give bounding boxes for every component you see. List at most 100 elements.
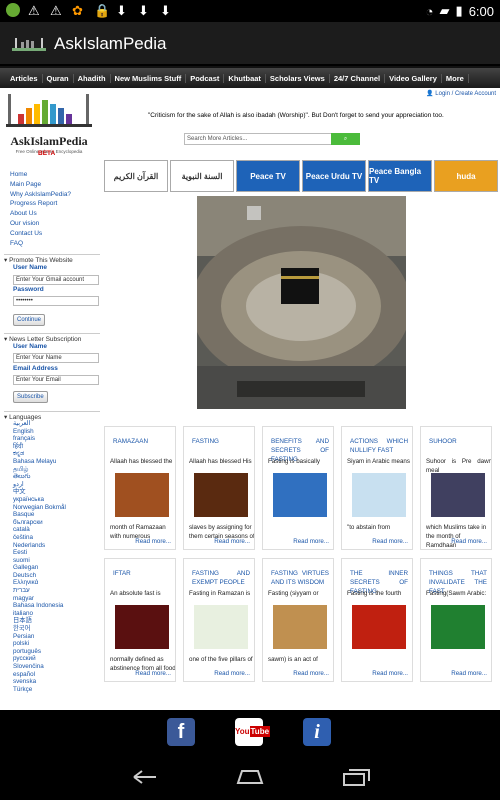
language-link[interactable]: 中文: [13, 488, 66, 496]
language-link[interactable]: Eesti: [13, 549, 66, 557]
language-link[interactable]: Norwegian Bokmål: [13, 504, 66, 512]
language-link[interactable]: English: [13, 428, 66, 436]
read-more-link[interactable]: Read more...: [135, 538, 171, 545]
nav-item[interactable]: Podcast: [186, 73, 225, 83]
site-logo[interactable]: AskIslamPedia Free Online Islamic Encycl…: [4, 92, 94, 158]
nav-item[interactable]: New Muslims Stuff: [111, 73, 187, 83]
read-more-link[interactable]: Read more...: [214, 670, 250, 677]
facebook-icon[interactable]: f: [167, 718, 195, 746]
language-link[interactable]: español: [13, 671, 66, 679]
language-link[interactable]: Bahasa Indonesia: [13, 602, 66, 610]
info-icon[interactable]: i: [303, 718, 331, 746]
language-link[interactable]: svenska: [13, 678, 66, 686]
nav-item[interactable]: Video Gallery: [385, 73, 442, 83]
nav-item[interactable]: 24/7 Channel: [330, 73, 386, 83]
news-email-input[interactable]: Enter Your Email: [13, 375, 99, 385]
language-link[interactable]: Gallegan: [13, 564, 66, 572]
continue-button[interactable]: Continue: [13, 314, 46, 326]
language-link[interactable]: magyar: [13, 595, 66, 603]
article-card[interactable]: FASTING AND EXEMPT PEOPLE Fasting in Rama…: [183, 558, 255, 682]
article-image[interactable]: [273, 605, 327, 649]
article-card[interactable]: THINGS THAT INVALIDATE THE FAST Fasting(S…: [420, 558, 492, 682]
sidebar-link[interactable]: Contact Us: [10, 229, 71, 239]
article-title[interactable]: FASTING: [192, 437, 250, 446]
article-card[interactable]: FASTING VIRTUES AND ITS WISDOM Fasting (s…: [262, 558, 334, 682]
promote-user-input[interactable]: Enter Your Gmail account: [13, 275, 99, 285]
news-name-input[interactable]: Enter Your Name: [13, 353, 99, 363]
nav-item[interactable]: More: [442, 73, 469, 83]
article-card[interactable]: ACTIONS WHICH NULLIFY FAST Siyam in Arabi…: [341, 426, 413, 550]
sidebar-link[interactable]: FAQ: [10, 239, 71, 249]
recent-apps-icon[interactable]: [340, 767, 372, 787]
read-more-link[interactable]: Read more...: [293, 538, 329, 545]
language-link[interactable]: Türkçe: [13, 686, 66, 694]
article-card[interactable]: IFTAR An absolute fast is normally defined…: [104, 558, 176, 682]
partner-logo[interactable]: Peace TV: [236, 160, 300, 192]
partner-logo[interactable]: القرآن الكريم: [104, 160, 168, 192]
youtube-icon[interactable]: YouTube: [235, 718, 271, 746]
sidebar-link[interactable]: Progress Report: [10, 199, 71, 209]
search-button[interactable]: ⌕: [331, 133, 360, 145]
partner-logo[interactable]: Peace Urdu TV: [302, 160, 366, 192]
language-link[interactable]: తెలుగు: [13, 473, 66, 481]
nav-item[interactable]: Khutbaat: [224, 73, 266, 83]
article-card[interactable]: BENEFITS AND SECRETS OF FASTING Fasting i…: [262, 426, 334, 550]
home-icon[interactable]: [234, 767, 266, 787]
language-link[interactable]: 한국어: [13, 625, 66, 633]
back-icon[interactable]: [130, 767, 160, 787]
article-image[interactable]: [431, 473, 485, 517]
login-link[interactable]: Login: [435, 91, 450, 97]
article-image[interactable]: [352, 473, 406, 517]
language-link[interactable]: Nederlands: [13, 542, 66, 550]
article-title[interactable]: SUHOOR: [429, 437, 487, 446]
read-more-link[interactable]: Read more...: [293, 670, 329, 677]
article-image[interactable]: [115, 473, 169, 517]
read-more-link[interactable]: Read more...: [214, 538, 250, 545]
nav-item[interactable]: Quran: [43, 73, 74, 83]
video-player[interactable]: [197, 196, 406, 409]
sidebar-link[interactable]: Main Page: [10, 180, 71, 190]
language-link[interactable]: català: [13, 526, 66, 534]
article-title[interactable]: FASTING AND EXEMPT PEOPLE: [192, 569, 250, 587]
language-link[interactable]: čeština: [13, 534, 66, 542]
language-link[interactable]: Slovenčina: [13, 663, 66, 671]
sidebar-link[interactable]: Home: [10, 170, 71, 180]
article-card[interactable]: FASTING Allaah has blessed His slaves by a…: [183, 426, 255, 550]
language-link[interactable]: русский: [13, 655, 66, 663]
subscribe-button[interactable]: Subscribe: [13, 391, 48, 403]
article-title[interactable]: ACTIONS WHICH NULLIFY FAST: [350, 437, 408, 455]
nav-item[interactable]: Articles: [6, 73, 43, 83]
language-link[interactable]: Basque: [13, 511, 66, 519]
language-link[interactable]: українська: [13, 496, 66, 504]
article-title[interactable]: IFTAR: [113, 569, 171, 578]
sidebar-link[interactable]: About Us: [10, 209, 71, 219]
language-link[interactable]: suomi: [13, 557, 66, 565]
language-link[interactable]: தமிழ்: [13, 466, 66, 474]
language-link[interactable]: Ελληνικά: [13, 579, 66, 587]
article-image[interactable]: [115, 605, 169, 649]
language-link[interactable]: Bahasa Melayu: [13, 458, 66, 466]
article-image[interactable]: [273, 473, 327, 517]
language-link[interactable]: français: [13, 435, 66, 443]
nav-item[interactable]: Scholars Views: [266, 73, 330, 83]
sidebar-link[interactable]: Our vision: [10, 219, 71, 229]
read-more-link[interactable]: Read more...: [451, 670, 487, 677]
article-image[interactable]: [352, 605, 406, 649]
language-link[interactable]: العربية: [13, 420, 66, 428]
partner-logo[interactable]: السنة النبوية: [170, 160, 234, 192]
language-link[interactable]: हिंदी: [13, 443, 66, 451]
article-title[interactable]: FASTING VIRTUES AND ITS WISDOM: [271, 569, 329, 587]
promote-password-input[interactable]: ••••••••: [13, 296, 99, 306]
create-account-link[interactable]: Create Account: [455, 91, 496, 97]
read-more-link[interactable]: Read more...: [451, 538, 487, 545]
partner-logo[interactable]: huda: [434, 160, 498, 192]
nav-item[interactable]: Ahadith: [74, 73, 111, 83]
language-link[interactable]: עברית: [13, 587, 66, 595]
language-link[interactable]: polski: [13, 640, 66, 648]
partner-logo[interactable]: Peace Bangla TV: [368, 160, 432, 192]
article-card[interactable]: THE INNER SECRETS OF FASTING Fasting is t…: [341, 558, 413, 682]
read-more-link[interactable]: Read more...: [372, 670, 408, 677]
article-image[interactable]: [431, 605, 485, 649]
language-link[interactable]: Persian: [13, 633, 66, 641]
language-link[interactable]: ಕನ್ನಡ: [13, 450, 66, 458]
